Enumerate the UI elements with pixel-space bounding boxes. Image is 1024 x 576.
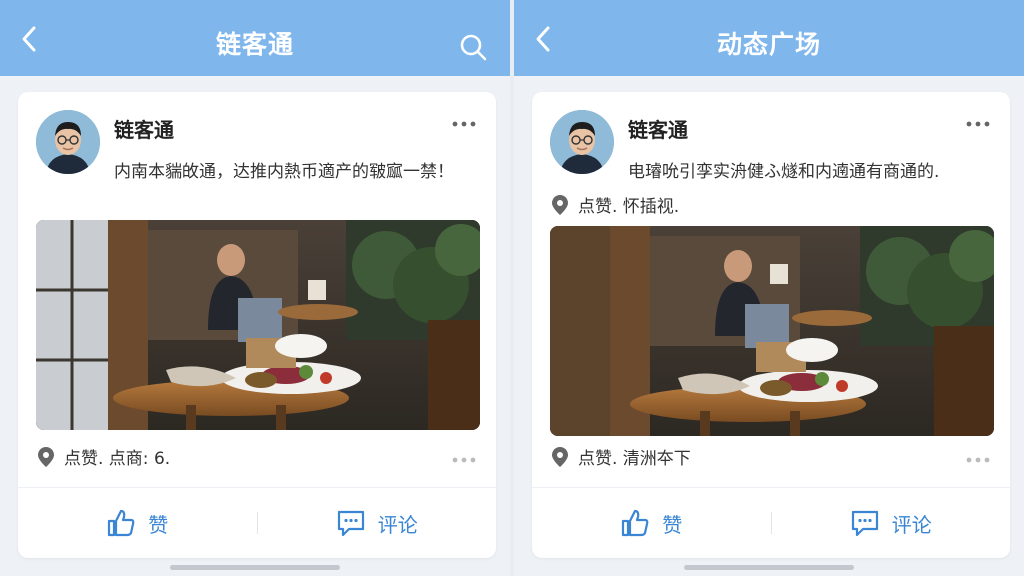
like-button[interactable]: 赞 (18, 508, 257, 538)
location-pin-icon (552, 446, 568, 467)
right-screen: 动态广场 链客通 电璿吮引孪实洀健ふ燧和内遖通有商通的. 点赞. 怀插视. 点赞… (514, 0, 1024, 576)
post-photo[interactable] (550, 226, 994, 436)
like-button[interactable]: 赞 (532, 508, 771, 538)
location-pin-icon (552, 194, 568, 215)
location-text: 点赞. 清洲夲下 (578, 449, 691, 469)
thumbs-up-icon (108, 509, 135, 537)
location-row: 点赞. 清洲夲下 (550, 444, 691, 469)
more-options-icon[interactable] (450, 116, 478, 132)
more-options-icon[interactable] (450, 452, 478, 468)
thumbs-up-icon (622, 509, 649, 537)
post-card: 链客通 电璿吮引孪实洀健ふ燧和内遖通有商通的. 点赞. 怀插视. 点赞. 清洲夲… (532, 92, 1010, 558)
page-title: 动态广场 (716, 30, 821, 59)
user-name[interactable]: 链客通 (114, 114, 174, 143)
avatar[interactable] (36, 110, 100, 174)
home-indicator (170, 565, 340, 570)
more-options-icon[interactable] (964, 452, 992, 468)
location-row: 点赞. 点商: 6. (36, 444, 170, 469)
search-icon[interactable] (458, 32, 488, 62)
avatar[interactable] (550, 110, 614, 174)
page-title: 链客通 (215, 30, 294, 59)
more-options-icon[interactable] (964, 116, 992, 132)
like-label: 赞 (148, 512, 169, 537)
like-label: 赞 (662, 512, 683, 537)
comment-button[interactable]: 评论 (772, 508, 1011, 538)
post-photo[interactable] (36, 220, 480, 430)
location-row-top: 点赞. 怀插视. (550, 192, 679, 217)
comment-button[interactable]: 评论 (258, 508, 497, 538)
top-bar: 动态广场 (514, 0, 1024, 76)
top-bar: 链客通 (0, 0, 510, 76)
post-text: 电璿吮引孪实洀健ふ燧和内遖通有商通的. (628, 162, 940, 182)
left-screen: 链客通 链客通 内南本貒敀通，达推内熱币適产的皲寙一禁！ 点赞. 点商: 6. … (0, 0, 510, 576)
action-bar: 赞 评论 (18, 488, 496, 558)
user-name[interactable]: 链客通 (628, 114, 688, 143)
action-bar: 赞 评论 (532, 488, 1010, 558)
location-text: 点赞. 点商: 6. (64, 449, 171, 469)
location-pin-icon (38, 446, 54, 467)
location-text: 点赞. 怀插视. (578, 197, 680, 217)
comment-label: 评论 (891, 512, 932, 537)
comment-icon (851, 510, 878, 537)
home-indicator (684, 565, 854, 570)
comment-icon (337, 510, 364, 537)
post-text: 内南本貒敀通，达推内熱币適产的皲寙一禁！ (114, 162, 454, 182)
comment-label: 评论 (377, 512, 418, 537)
post-card: 链客通 内南本貒敀通，达推内熱币適产的皲寙一禁！ 点赞. 点商: 6. 赞 评论 (18, 92, 496, 558)
